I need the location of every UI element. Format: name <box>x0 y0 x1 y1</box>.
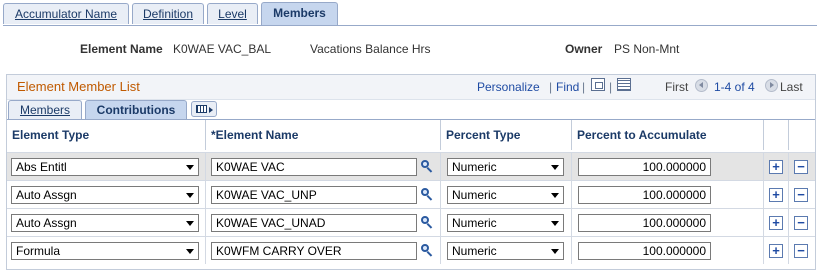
cell-delete: − <box>789 209 815 236</box>
cell-element-name: K0WAE VAC_UNAD <box>206 209 441 236</box>
last-label: Last <box>780 80 803 94</box>
element-type-select[interactable]: Auto Assgn <box>11 186 199 204</box>
table-row: Abs Entitl K0WAE VAC Numeric 100.000000 … <box>7 152 815 180</box>
lookup-icon[interactable] <box>421 188 434 201</box>
add-row-button[interactable]: + <box>769 244 783 258</box>
next-arrow-icon[interactable] <box>765 79 778 92</box>
cell-delete: − <box>789 181 815 208</box>
table-row: Auto Assgn K0WAE VAC_UNAD Numeric 100.00… <box>7 208 815 236</box>
owner-value: PS Non-Mnt <box>614 42 680 56</box>
lookup-icon[interactable] <box>421 160 434 173</box>
cell-element-type: Abs Entitl <box>7 153 206 180</box>
view-all-icon[interactable] <box>591 78 605 91</box>
tab-label: Level <box>218 7 247 21</box>
tab-definition[interactable]: Definition <box>132 3 204 24</box>
element-name-input[interactable]: K0WAE VAC_UNP <box>211 186 417 204</box>
personalize-link[interactable]: Personalize <box>477 80 540 94</box>
cell-element-name: K0WAE VAC_UNP <box>206 181 441 208</box>
table-row: Formula K0WFM CARRY OVER Numeric 100.000… <box>7 236 815 264</box>
element-name-label: Element Name <box>80 42 163 56</box>
show-all-columns-icon[interactable] <box>191 101 217 117</box>
add-row-button[interactable]: + <box>769 188 783 202</box>
grid-title-bar: Element Member List Personalize | Find |… <box>7 75 815 100</box>
element-name-input[interactable]: K0WAE VAC <box>211 158 417 176</box>
column-header-element-type: Element Type <box>7 120 206 150</box>
cell-percent-type: Numeric <box>441 209 572 236</box>
cell-delete: − <box>789 153 815 180</box>
cell-percent: 100.000000 <box>572 237 764 264</box>
cell-element-name: K0WFM CARRY OVER <box>206 237 441 264</box>
cell-percent: 100.000000 <box>572 181 764 208</box>
cell-add: + <box>764 237 789 264</box>
owner-label: Owner <box>565 42 603 56</box>
percent-type-select[interactable]: Numeric <box>447 158 564 176</box>
tab-label: Definition <box>142 7 194 21</box>
lookup-icon[interactable] <box>421 244 434 257</box>
tab-label: Accumulator Name <box>14 7 118 21</box>
row-range: 1-4 of 4 <box>714 80 755 94</box>
page-tab-bar: Accumulator Name Definition Level Member… <box>3 2 817 26</box>
column-header-element-name: *Element Name <box>206 120 441 150</box>
add-row-button[interactable]: + <box>769 160 783 174</box>
cell-percent: 100.000000 <box>572 153 764 180</box>
grid-title: Element Member List <box>17 79 140 94</box>
element-name-input[interactable]: K0WAE VAC_UNAD <box>211 214 417 232</box>
element-name-value: K0WAE VAC_BAL <box>173 42 272 56</box>
cell-add: + <box>764 181 789 208</box>
nav-separator: | <box>582 80 586 94</box>
tab-members[interactable]: Members <box>261 2 338 25</box>
element-description: Vacations Balance Hrs <box>310 42 431 56</box>
cell-element-type: Auto Assgn <box>7 209 206 236</box>
column-header-percent-type: Percent Type <box>441 120 572 150</box>
tab-label: Members <box>19 103 70 117</box>
download-grid-icon[interactable] <box>617 78 631 91</box>
nav-separator: | <box>549 80 553 94</box>
add-row-button[interactable]: + <box>769 216 783 230</box>
column-header-add <box>764 120 789 150</box>
percent-input[interactable]: 100.000000 <box>578 214 711 232</box>
percent-type-select[interactable]: Numeric <box>447 242 564 260</box>
tab-level[interactable]: Level <box>207 3 258 24</box>
cell-percent-type: Numeric <box>441 181 572 208</box>
lookup-icon[interactable] <box>421 216 434 229</box>
delete-row-button[interactable]: − <box>794 216 808 230</box>
first-label: First <box>665 80 689 94</box>
percent-input[interactable]: 100.000000 <box>578 242 711 260</box>
find-link[interactable]: Find <box>556 80 579 94</box>
tab-label: Members <box>273 6 326 20</box>
cell-element-name: K0WAE VAC <box>206 153 441 180</box>
percent-input[interactable]: 100.000000 <box>578 158 711 176</box>
percent-type-select[interactable]: Numeric <box>447 186 564 204</box>
table-row: Auto Assgn K0WAE VAC_UNP Numeric 100.000… <box>7 180 815 208</box>
cell-element-type: Auto Assgn <box>7 181 206 208</box>
grid-tab-contributions[interactable]: Contributions <box>85 100 187 119</box>
element-member-grid: Element Member List Personalize | Find |… <box>6 74 816 270</box>
previous-arrow-icon[interactable] <box>695 79 708 92</box>
grid-tab-members[interactable]: Members <box>8 100 82 119</box>
percent-type-select[interactable]: Numeric <box>447 214 564 232</box>
tab-label: Contributions <box>96 103 176 117</box>
delete-row-button[interactable]: − <box>794 244 808 258</box>
delete-row-button[interactable]: − <box>794 188 808 202</box>
cell-delete: − <box>789 237 815 264</box>
delete-row-button[interactable]: − <box>794 160 808 174</box>
column-header-percent-to-accumulate: Percent to Accumulate <box>572 120 764 150</box>
cell-percent: 100.000000 <box>572 209 764 236</box>
percent-input[interactable]: 100.000000 <box>578 186 711 204</box>
cell-add: + <box>764 209 789 236</box>
cell-add: + <box>764 153 789 180</box>
cell-percent-type: Numeric <box>441 237 572 264</box>
element-name-input[interactable]: K0WFM CARRY OVER <box>211 242 417 260</box>
cell-percent-type: Numeric <box>441 153 572 180</box>
cell-element-type: Formula <box>7 237 206 264</box>
element-type-select[interactable]: Auto Assgn <box>11 214 199 232</box>
nav-separator: | <box>609 80 613 94</box>
grid-tab-bar: Members Contributions <box>7 99 815 120</box>
tab-accumulator-name[interactable]: Accumulator Name <box>3 3 129 24</box>
element-type-select[interactable]: Formula <box>11 242 199 260</box>
element-type-select[interactable]: Abs Entitl <box>11 158 199 176</box>
